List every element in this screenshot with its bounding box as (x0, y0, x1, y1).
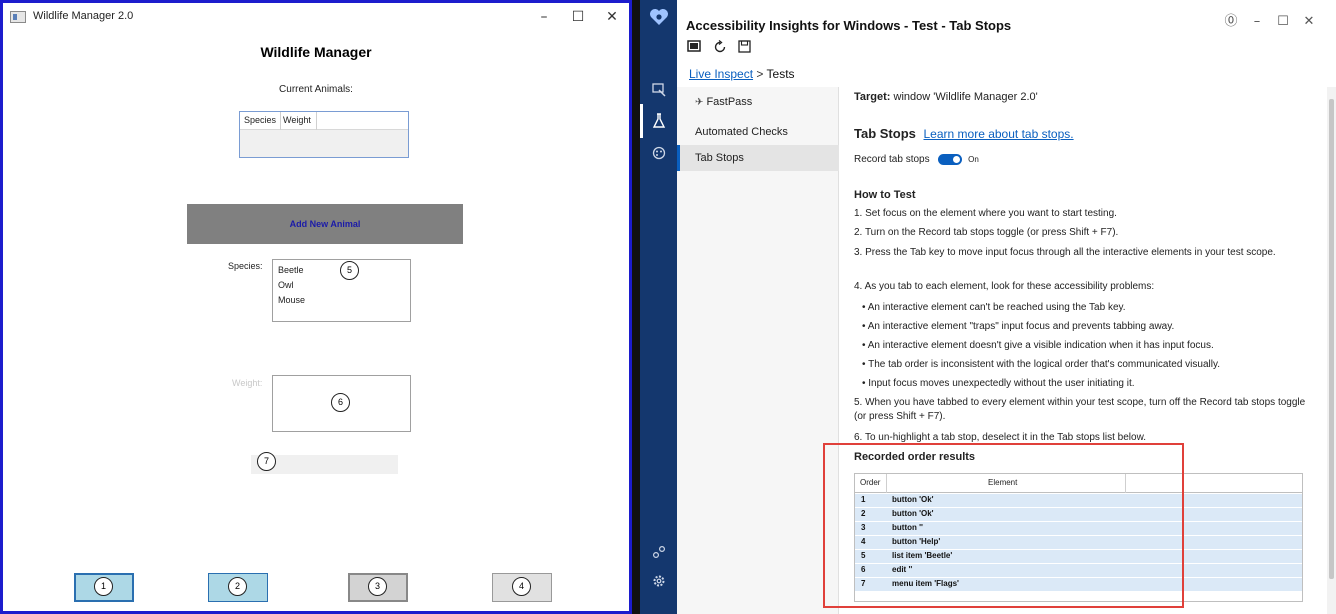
instruction-bullet: • An interactive element doesn't give a … (862, 340, 1214, 351)
vertical-scrollbar[interactable] (1327, 87, 1336, 614)
weight-field[interactable]: 6 (272, 375, 411, 432)
instruction-bullet: • An interactive element can't be reache… (862, 302, 1126, 313)
list-item-owl[interactable]: Owl (278, 280, 294, 290)
unlabeled-button[interactable]: 3 (348, 573, 408, 602)
wm-window-title: Wildlife Manager 2.0 (33, 10, 134, 22)
close-button[interactable]: ✕ (595, 7, 629, 27)
save-icon[interactable] (736, 40, 752, 56)
close-button[interactable]: ✕ (1298, 12, 1320, 32)
tab-stop-marker-5: 5 (340, 261, 359, 280)
minimize-button[interactable]: – (527, 7, 561, 27)
current-animals-list[interactable]: Species Weight (239, 111, 409, 158)
help-icon[interactable]: ⓪ (1220, 12, 1242, 32)
live-inspect-icon[interactable] (650, 83, 667, 100)
tab-stop-marker-3: 3 (368, 577, 387, 596)
add-new-animal-button[interactable]: Add New Animal (187, 204, 463, 244)
wildlife-manager-window: Wildlife Manager 2.0 – ☐ ✕ Wildlife Mana… (0, 0, 632, 614)
screen-divider (632, 0, 640, 614)
list-item-mouse[interactable]: Mouse (278, 295, 305, 305)
list-header: Species Weight (240, 112, 408, 130)
instruction-step: 4. As you tab to each element, look for … (854, 281, 1155, 292)
instruction-step: 1. Set focus on the element where you wa… (854, 208, 1117, 219)
app-window-icon (10, 11, 26, 23)
instruction-step: 3. Press the Tab key to move input focus… (854, 247, 1276, 258)
maximize-button[interactable]: ☐ (1272, 12, 1294, 32)
feedback-icon[interactable] (650, 545, 667, 562)
target-value: window 'Wildlife Manager 2.0' (893, 91, 1038, 103)
column-header-species[interactable]: Species (244, 115, 276, 125)
how-to-test-heading: How to Test (854, 189, 916, 201)
active-nav-indicator (640, 104, 643, 138)
record-tab-stops-label: Record tab stops (854, 154, 930, 166)
tab-stop-marker-7: 7 (257, 452, 276, 471)
breadcrumb: Live Inspect > Tests (689, 67, 795, 81)
species-label: Species: (228, 261, 263, 271)
test-flask-icon[interactable] (650, 113, 667, 130)
record-tab-stops-toggle[interactable] (938, 154, 963, 165)
instruction-bullet: • An interactive element "traps" input f… (862, 321, 1175, 332)
nav-item-fastpass[interactable]: ✈ FastPass (677, 89, 839, 115)
nav-item-tab-stops[interactable]: Tab Stops (677, 145, 839, 171)
tab-stops-heading: Tab Stops Learn more about tab stops. (854, 126, 1074, 141)
breadcrumb-live-inspect-link[interactable]: Live Inspect (689, 67, 753, 81)
breadcrumb-separator: > (756, 67, 764, 81)
tab-stop-marker-1: 1 (94, 577, 113, 596)
target-label: Target: (854, 91, 891, 103)
page-title: Wildlife Manager (260, 44, 372, 60)
ok-button-2[interactable]: 2 (208, 573, 268, 602)
minimize-button[interactable]: – (1246, 12, 1268, 32)
record-tab-stops-row: Record tab stops On (854, 154, 979, 165)
current-animals-label: Current Animals: (279, 84, 353, 95)
species-listbox[interactable]: Beetle Owl Mouse 5 (272, 259, 411, 322)
weight-label: Weight: (232, 378, 263, 388)
maximize-button[interactable]: ☐ (561, 7, 595, 27)
column-header-weight[interactable]: Weight (283, 115, 311, 125)
refresh-icon[interactable] (712, 39, 728, 56)
test-nav-panel: ✈ FastPass Automated Checks Tab Stops (677, 87, 839, 614)
instruction-bullet: • The tab order is inconsistent with the… (862, 359, 1220, 370)
scrollbar-thumb[interactable] (1329, 99, 1334, 579)
instruction-step: 5. When you have tabbed to every element… (854, 397, 1306, 422)
rocket-icon: ✈ (695, 97, 704, 108)
help-button[interactable]: 4 (492, 573, 552, 602)
accessibility-insights-logo-icon (649, 8, 669, 26)
tab-stop-marker-2: 2 (228, 577, 247, 596)
list-item-beetle[interactable]: Beetle (278, 265, 304, 275)
column-divider (316, 112, 317, 130)
instruction-step: 2. Turn on the Record tab stops toggle (… (854, 227, 1119, 238)
section-title: Tab Stops (854, 126, 916, 141)
settings-gear-icon[interactable] (650, 574, 667, 591)
instruction-bullet: • Input focus moves unexpectedly without… (862, 378, 1135, 389)
tab-stop-marker-6: 6 (331, 393, 350, 412)
screenshot-icon[interactable] (686, 40, 702, 56)
nav-item-automated-checks[interactable]: Automated Checks (677, 119, 839, 145)
wm-titlebar: Wildlife Manager 2.0 – ☐ ✕ (3, 3, 629, 31)
tab-stop-marker-4: 4 (512, 577, 531, 596)
ok-button-1[interactable]: 1 (74, 573, 134, 602)
highlight-annotation-box (823, 443, 1184, 608)
breadcrumb-current: Tests (766, 67, 795, 81)
learn-more-link[interactable]: Learn more about tab stops. (924, 127, 1074, 141)
column-divider (280, 112, 281, 130)
target-line: Target: window 'Wildlife Manager 2.0' (854, 91, 1038, 103)
toggle-state-label: On (968, 155, 979, 164)
nav-item-label: FastPass (706, 96, 753, 108)
ai-window-title: Accessibility Insights for Windows - Tes… (686, 18, 1012, 33)
color-contrast-icon[interactable] (650, 146, 667, 163)
left-nav-bar (640, 0, 677, 614)
